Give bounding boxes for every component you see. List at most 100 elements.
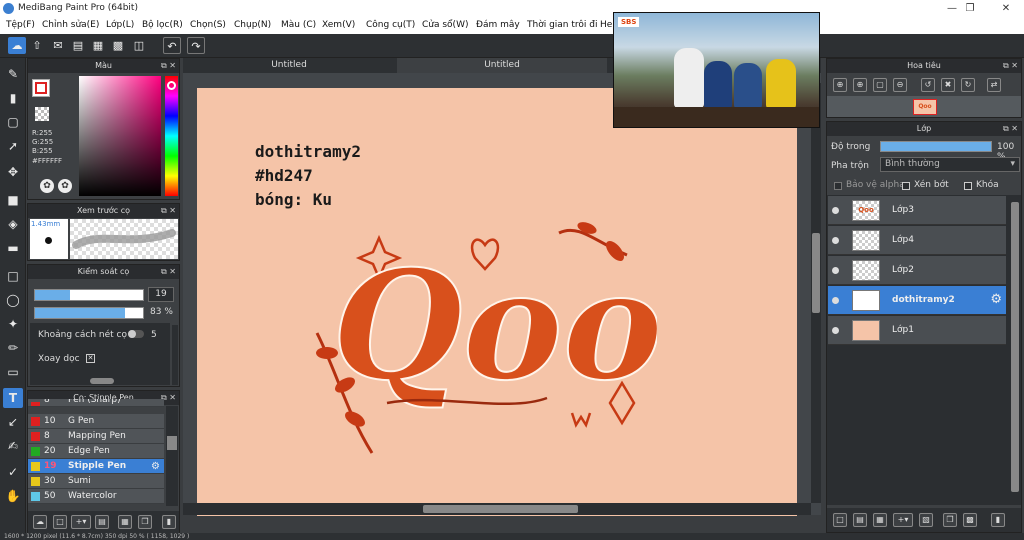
palette-add-icon[interactable]: ✿	[58, 179, 72, 193]
menu-window[interactable]: Cửa sổ(W)	[422, 17, 468, 34]
visibility-icon[interactable]	[832, 267, 839, 274]
brush-size-value[interactable]: 19	[148, 287, 174, 302]
brush-list-item[interactable]: 8 Pen (Sharp)	[28, 399, 164, 407]
brush-size-slider[interactable]	[34, 289, 144, 301]
canvas-area[interactable]: dothitramy2 #hd247 bóng: Ku Qoo	[183, 73, 821, 516]
eraser-tool-icon[interactable]: ▮	[3, 88, 23, 108]
reset-view-icon[interactable]: ✖	[941, 78, 955, 92]
rectangle-tool-icon[interactable]: ■	[3, 190, 23, 210]
brush-folder-icon[interactable]: ▦	[118, 515, 132, 529]
close-icon[interactable]: ⧉ ✕	[1003, 59, 1018, 73]
duplicate-brush-icon[interactable]: ❐	[138, 515, 152, 529]
line-tool-icon[interactable]: ➚	[3, 136, 23, 156]
vertical-scrollbar[interactable]	[811, 83, 821, 503]
cloud-brush-icon[interactable]: ☁	[33, 515, 47, 529]
flip-icon[interactable]: ⇄	[987, 78, 1001, 92]
layer-row[interactable]: Lớp2	[828, 256, 1006, 285]
magic-wand-icon[interactable]: ✦	[3, 314, 23, 334]
zoom-fit-icon[interactable]: ⊕	[853, 78, 867, 92]
redo-icon[interactable]: ↷	[187, 37, 205, 54]
settings-scroll-handle[interactable]	[90, 378, 114, 384]
duplicate-layer-icon[interactable]: ❐	[943, 513, 957, 527]
hue-handle[interactable]	[167, 81, 176, 90]
brush-settings-icon[interactable]: ▤	[95, 515, 109, 529]
divide-tool-icon[interactable]: ✍	[3, 436, 23, 456]
horizontal-scrollbar[interactable]	[183, 503, 811, 515]
share-icon[interactable]: ⇧	[28, 37, 46, 54]
panel-icon[interactable]: ▤	[69, 37, 87, 54]
layer-list-scrollbar[interactable]	[1010, 202, 1020, 502]
operation-tool-icon[interactable]: ↙	[3, 412, 23, 432]
brush-settings-scrollbar[interactable]	[172, 325, 178, 385]
add-brush-icon[interactable]: +▾	[71, 515, 91, 529]
brush-list-item[interactable]: 19 Stipple Pen ⚙	[28, 459, 164, 474]
layer-row[interactable]: dothitramy2 ⚙	[828, 286, 1006, 315]
brush-opacity-slider[interactable]	[34, 307, 144, 319]
new-8bit-layer-icon[interactable]: ▦	[873, 513, 887, 527]
layer-opacity-slider[interactable]	[880, 141, 992, 152]
cloud-icon[interactable]: ☁	[8, 37, 26, 54]
spacing-toggle[interactable]	[128, 330, 144, 338]
grid-icon[interactable]: ▩	[109, 37, 127, 54]
menu-timelapse[interactable]: Thời gian trôi đi	[527, 17, 597, 34]
rotate-right-icon[interactable]: ↻	[961, 78, 975, 92]
layer-folder-icon[interactable]: ▧	[919, 513, 933, 527]
fill-tool-icon[interactable]: ◈	[3, 214, 23, 234]
foreground-color-swatch[interactable]	[35, 82, 47, 94]
protect-alpha-checkbox[interactable]	[834, 182, 842, 190]
menu-color[interactable]: Màu (C)	[281, 17, 316, 34]
new-layer-icon[interactable]: □	[833, 513, 847, 527]
delete-layer-icon[interactable]: ▮	[991, 513, 1005, 527]
brush-list-scrollbar[interactable]	[166, 406, 178, 506]
close-icon[interactable]: ⧉ ✕	[161, 265, 176, 279]
palette-icon[interactable]: ✿	[40, 179, 54, 193]
undo-icon[interactable]: ↶	[163, 37, 181, 54]
delete-brush-icon[interactable]: ▮	[162, 515, 176, 529]
brush-list-item[interactable]: 50 Watercolor	[28, 489, 164, 504]
page-icon[interactable]: ▦	[89, 37, 107, 54]
merge-layer-icon[interactable]: ▩	[963, 513, 977, 527]
select-pen-icon[interactable]: ✏	[3, 338, 23, 358]
brush-list-item[interactable]: 10 G Pen	[28, 414, 164, 429]
menu-tools[interactable]: Công cụ(T)	[366, 17, 415, 34]
hand-tool-icon[interactable]: ✋	[3, 486, 23, 506]
menu-select[interactable]: Chọn(S)	[190, 17, 226, 34]
tiles-icon[interactable]: ◫	[130, 37, 148, 54]
gear-icon[interactable]: ⚙	[990, 292, 1002, 307]
close-icon[interactable]: ⧉ ✕	[161, 59, 176, 73]
transparent-swatch[interactable]	[35, 107, 49, 121]
select-eraser-icon[interactable]: ▭	[3, 362, 23, 382]
menu-help[interactable]: He	[600, 17, 612, 34]
tab-untitled-2[interactable]: Untitled	[397, 58, 607, 73]
new-brush-icon[interactable]: □	[53, 515, 67, 529]
new-halftone-layer-icon[interactable]: ▤	[853, 513, 867, 527]
visibility-icon[interactable]	[832, 297, 839, 304]
canvas[interactable]: dothitramy2 #hd247 bóng: Ku Qoo	[197, 88, 797, 516]
menu-view[interactable]: Xem(V)	[322, 17, 355, 34]
brush-list-item[interactable]: 8 Mapping Pen	[28, 429, 164, 444]
gear-icon[interactable]: ⚙	[151, 459, 160, 474]
lasso-tool-icon[interactable]: ◯	[3, 290, 23, 310]
layer-row[interactable]: Qoo Lớp3	[828, 196, 1006, 225]
lock-checkbox[interactable]	[964, 182, 972, 190]
menu-filter[interactable]: Bộ lọc(R)	[142, 17, 183, 34]
navigator-preview[interactable]: Qoo	[827, 96, 1021, 117]
gradient-tool-icon[interactable]: ▬	[3, 238, 23, 258]
close-icon[interactable]: ⧉ ✕	[1003, 122, 1018, 136]
menu-cloud[interactable]: Đám mây	[476, 17, 520, 34]
blend-mode-select[interactable]: Bình thường ▾	[880, 157, 1020, 172]
zoom-in-icon[interactable]: ⊕	[833, 78, 847, 92]
maximize-icon[interactable]: ❐	[956, 0, 984, 17]
visibility-icon[interactable]	[832, 237, 839, 244]
menu-edit[interactable]: Chỉnh sửa(E)	[42, 17, 99, 34]
text-tool-icon[interactable]: T	[3, 388, 23, 408]
menu-capture[interactable]: Chụp(N)	[234, 17, 271, 34]
saturation-value-picker[interactable]	[79, 76, 161, 196]
move-tool-icon[interactable]: ✥	[3, 162, 23, 182]
clipping-checkbox[interactable]	[902, 182, 910, 190]
brush-list-item[interactable]: 20 Edge Pen	[28, 444, 164, 459]
menu-layer[interactable]: Lớp(L)	[106, 17, 134, 34]
rotate-checkbox[interactable]: ✕	[86, 354, 95, 363]
tab-untitled-1[interactable]: Untitled	[183, 58, 395, 73]
brush-tool-icon[interactable]: ✎	[3, 64, 23, 84]
